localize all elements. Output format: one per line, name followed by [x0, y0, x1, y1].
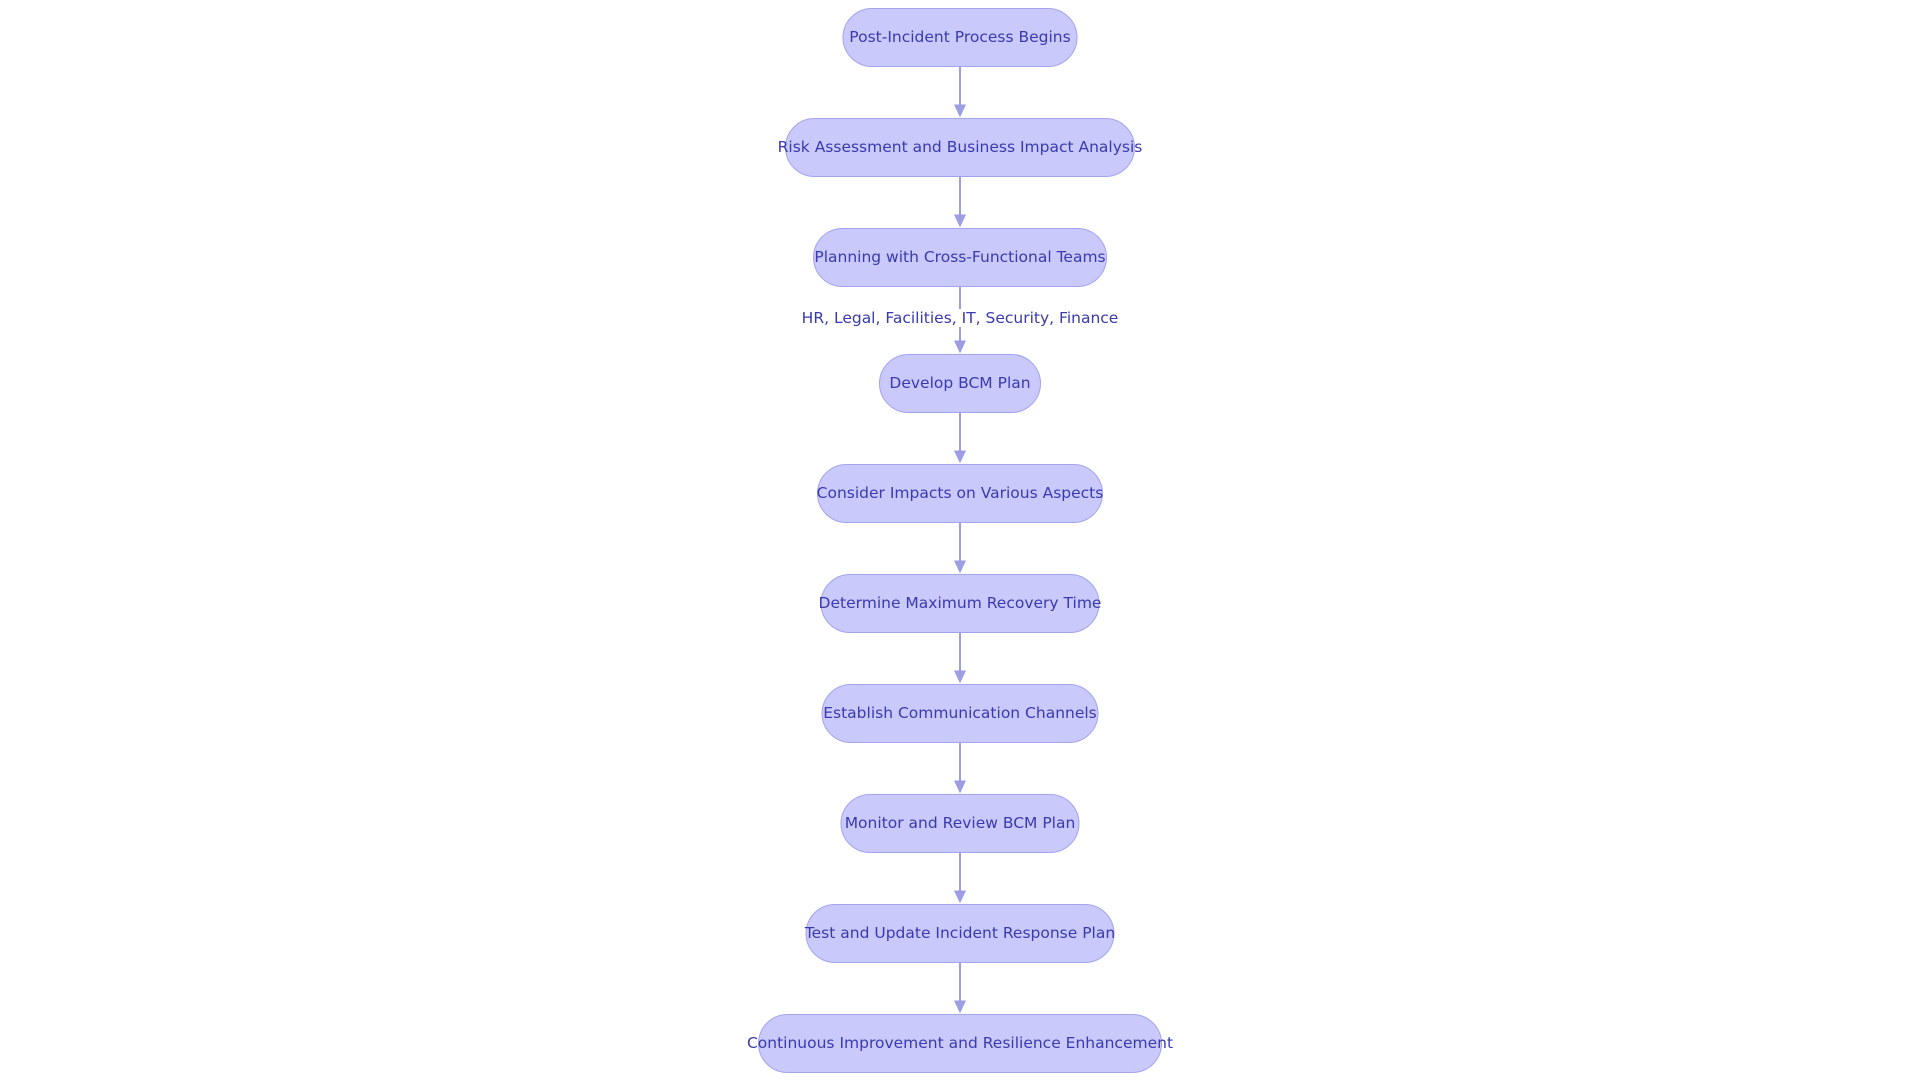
edge-n9-n10	[954, 962, 966, 1014]
flow-node-n6: Determine Maximum Recovery Time	[819, 573, 1101, 633]
edge-label: HR, Legal, Facilities, IT, Security, Fin…	[799, 309, 1121, 327]
edge-n6-n7	[954, 632, 966, 684]
arrowhead-icon	[954, 560, 966, 574]
arrowhead-icon	[954, 670, 966, 684]
arrowhead-icon	[954, 214, 966, 228]
arrowhead-icon	[954, 1000, 966, 1014]
arrowhead-icon	[954, 450, 966, 464]
flow-node-n7: Establish Communication Channels	[821, 683, 1099, 743]
edge-n1-n2	[954, 66, 966, 118]
flow-node-n8: Monitor and Review BCM Plan	[840, 793, 1080, 853]
arrowhead-icon	[954, 780, 966, 794]
arrowhead-icon	[954, 340, 966, 354]
flow-node-n10: Continuous Improvement and Resilience En…	[747, 1013, 1173, 1073]
edge-n4-n5	[954, 412, 966, 464]
edge-n8-n9	[954, 852, 966, 904]
flow-node-n4: Develop BCM Plan	[879, 353, 1041, 413]
flow-node-n3: Planning with Cross-Functional Teams	[813, 227, 1107, 287]
flow-node-n9: Test and Update Incident Response Plan	[805, 903, 1115, 963]
edge-n5-n6	[954, 522, 966, 574]
flow-node-n5: Consider Impacts on Various Aspects	[817, 463, 1103, 523]
flow-node-n1: Post-Incident Process Begins	[842, 7, 1078, 67]
edge-n7-n8	[954, 742, 966, 794]
arrowhead-icon	[954, 890, 966, 904]
edge-n2-n3	[954, 176, 966, 228]
flow-node-n2: Risk Assessment and Business Impact Anal…	[778, 117, 1142, 177]
arrowhead-icon	[954, 104, 966, 118]
